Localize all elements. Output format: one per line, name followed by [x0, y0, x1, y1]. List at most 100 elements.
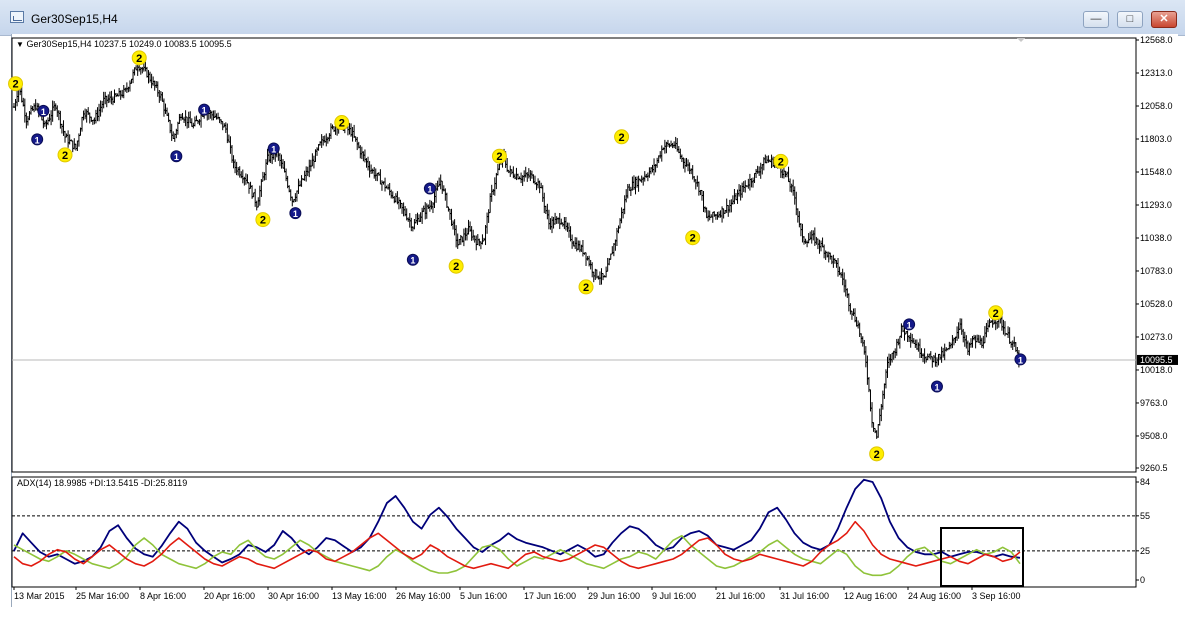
time-axis-label: 31 Jul 16:00 — [780, 591, 829, 601]
price-bar — [553, 212, 557, 225]
price-bar — [110, 90, 113, 105]
price-bar — [289, 189, 292, 201]
price-bar — [566, 222, 569, 232]
price-bar — [471, 229, 475, 241]
price-bar — [591, 262, 594, 278]
price-bar — [651, 164, 654, 173]
price-bar — [462, 228, 466, 247]
time-axis-label: 3 Sep 16:00 — [972, 591, 1021, 601]
price-bar — [731, 195, 735, 205]
price-bar — [87, 107, 90, 116]
time-axis-label: 13 May 16:00 — [332, 591, 387, 601]
fractal-marker: 1 — [31, 133, 44, 146]
price-bar — [535, 182, 538, 191]
price-bar — [914, 339, 917, 348]
fractal-marker: 1 — [903, 318, 916, 331]
price-bar — [91, 119, 95, 125]
price-bar — [642, 176, 645, 186]
price-bar — [1006, 326, 1010, 338]
price-bar — [308, 159, 311, 178]
price-bar — [141, 66, 144, 74]
price-bar — [383, 177, 387, 192]
price-bar — [844, 279, 847, 297]
price-bar — [433, 190, 436, 209]
price-bar — [371, 168, 374, 174]
price-axis-label: 12313.0 — [1140, 68, 1173, 78]
price-bar — [928, 353, 931, 359]
price-bar — [410, 217, 413, 232]
price-bar — [849, 303, 852, 315]
price-bar — [674, 136, 677, 150]
price-bar — [198, 119, 201, 126]
price-bar — [988, 318, 991, 328]
price-bar — [134, 65, 138, 71]
price-bar — [298, 180, 302, 187]
price-bar — [547, 209, 551, 230]
price-bar — [631, 176, 634, 191]
price-bar — [68, 134, 71, 145]
price-bar — [969, 338, 973, 348]
price-bar — [351, 126, 354, 142]
price-bar — [672, 141, 676, 149]
price-bar — [659, 151, 662, 159]
price-bar — [484, 225, 487, 246]
price-bar — [536, 178, 540, 189]
price-bar — [527, 168, 531, 179]
price-bar — [524, 166, 527, 178]
price-bar — [221, 120, 224, 131]
fractal-marker-label: 1 — [174, 152, 179, 162]
collapse-triangle-icon[interactable]: ▼ — [16, 40, 24, 49]
price-bar — [617, 225, 620, 234]
price-bar — [918, 338, 922, 359]
time-axis-label: 8 Apr 16:00 — [140, 591, 186, 601]
price-bar — [666, 139, 670, 147]
price-bar — [628, 183, 631, 191]
price-bar — [145, 66, 149, 78]
price-bar — [626, 184, 629, 199]
price-bar — [184, 110, 187, 127]
price-bar — [266, 148, 269, 165]
price-bar — [158, 90, 161, 103]
price-bar — [278, 152, 282, 167]
fractal-marker-label: 2 — [690, 233, 696, 245]
price-bar — [411, 226, 415, 232]
fractal-marker: 1 — [37, 104, 50, 117]
main-plot-border — [11, 37, 1137, 473]
fractal-marker: 1 — [267, 142, 280, 155]
price-bar — [281, 159, 285, 169]
price-chart[interactable]: 2 1 1 2 2 1 1 2 1 1 2 1 1 2 2 2 2 2 2 2 1 1 2 1 12568.0 12313.0 1… — [0, 0, 1185, 618]
price-bar — [492, 188, 495, 195]
price-bar — [957, 322, 960, 339]
price-bar — [728, 199, 731, 213]
price-bar — [236, 166, 240, 176]
price-bar — [570, 234, 574, 249]
price-bar — [430, 200, 433, 210]
price-bar — [260, 179, 263, 197]
price-bar — [104, 91, 107, 105]
price-bar — [754, 168, 758, 179]
price-bar — [360, 146, 364, 160]
price-bar — [923, 348, 926, 364]
price-bar — [960, 318, 963, 335]
fractal-marker: 2 — [869, 446, 885, 462]
price-bar — [767, 155, 770, 163]
price-bar — [76, 140, 79, 152]
price-bar — [637, 175, 640, 192]
price-bar — [1002, 319, 1005, 335]
price-bar — [555, 216, 558, 224]
price-bar — [567, 222, 571, 238]
price-bar — [215, 113, 218, 120]
price-bar — [544, 205, 548, 215]
price-bar — [121, 89, 124, 98]
fractal-marker: 1 — [423, 182, 436, 195]
price-bar — [795, 191, 798, 216]
price-bar — [541, 185, 544, 202]
price-bar — [657, 155, 660, 164]
price-bar — [1008, 327, 1011, 344]
price-bar — [597, 275, 600, 280]
fractal-marker: 2 — [255, 212, 271, 228]
price-bar — [253, 188, 257, 207]
fractal-marker-label: 1 — [41, 107, 46, 117]
price-bar — [320, 134, 323, 148]
price-axis-label: 11038.0 — [1140, 233, 1172, 243]
